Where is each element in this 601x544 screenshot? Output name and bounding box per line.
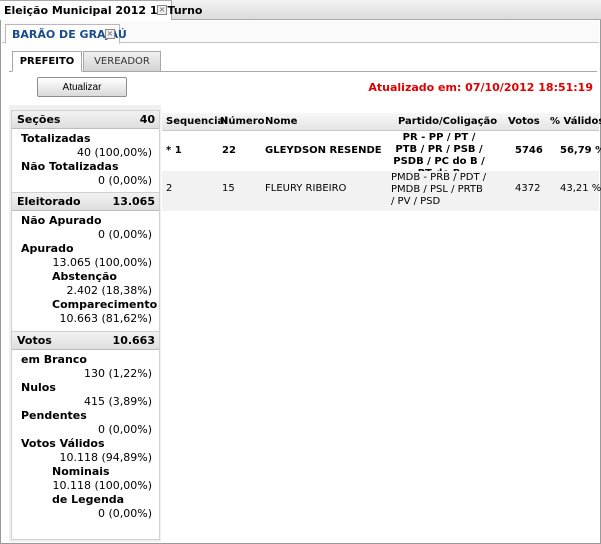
stat-value: 130 (1,22%) <box>83 367 152 380</box>
cell-nome: GLEYDSON RESENDE <box>265 145 382 156</box>
cell-nome: FLEURY RIBEIRO <box>265 183 347 194</box>
stat-value: 415 (3,89%) <box>83 395 152 408</box>
stat-value: 0 (0,00%) <box>97 228 152 241</box>
panel-header: Eleitorado 13.065 <box>12 193 159 211</box>
panel-total: 10.663 <box>112 334 155 347</box>
col-partido[interactable]: Partido/Coligação <box>398 113 497 131</box>
stat-value: 10.118 (94,89%) <box>59 451 152 464</box>
stat-label: de Legenda <box>52 493 125 506</box>
stat-label: em Branco <box>21 353 87 366</box>
panel-header: Seções 40 <box>12 111 159 129</box>
panel-title: Votos <box>17 334 52 347</box>
close-icon[interactable]: × <box>105 29 115 39</box>
stat-value: 2.402 (18,38%) <box>66 284 152 297</box>
col-sequencial[interactable]: Sequencial <box>166 113 228 131</box>
stat-label: Comparecimento <box>52 298 158 311</box>
last-updated-text: Atualizado em: 07/10/2012 18:51:19 <box>368 81 593 94</box>
stat-label: Não Totalizadas <box>21 160 119 173</box>
stat-label: Apurado <box>21 242 74 255</box>
cell-validos: 43,21 % <box>560 183 601 194</box>
stat-label: Abstenção <box>52 270 117 283</box>
panel-secoes: Seções 40 Totalizadas 40 (100,00%) Não T… <box>11 110 160 196</box>
cell-numero: 22 <box>222 145 236 156</box>
table-row[interactable]: * 1 22 GLEYDSON RESENDE PR - PP / PT / P… <box>162 131 601 179</box>
table-row[interactable]: 2 15 FLEURY RIBEIRO PMDB - PRB / PDT / P… <box>162 171 601 211</box>
stat-label: Nulos <box>21 381 56 394</box>
cell-seq: 2 <box>166 183 173 194</box>
table-header: Sequencial Número Nome Partido/Coligação… <box>162 113 601 131</box>
stat-label: Pendentes <box>21 409 87 422</box>
cell-numero: 15 <box>222 183 235 194</box>
cell-seq: * 1 <box>166 145 182 156</box>
col-nome[interactable]: Nome <box>265 113 297 131</box>
cell-validos: 56,79 % <box>560 145 601 156</box>
panel-header: Votos 10.663 <box>12 332 159 350</box>
stat-value: 13.065 (100,00%) <box>52 256 152 269</box>
stat-value: 0 (0,00%) <box>97 507 152 520</box>
stat-label: Não Apurado <box>21 214 102 227</box>
stat-value: 10.663 (81,62%) <box>59 312 152 325</box>
tab-label: Eleição Municipal 2012 1º Turno <box>4 4 203 17</box>
window-tabbar: Eleição Municipal 2012 1º Turno × <box>0 0 601 20</box>
city-tabbar: BARÃO DE GRAJAÚ × <box>2 21 599 44</box>
results-table: Sequencial Número Nome Partido/Coligação… <box>162 105 601 542</box>
close-icon[interactable]: × <box>157 5 167 15</box>
panel-total: 13.065 <box>112 195 155 208</box>
panel-eleitorado: Eleitorado 13.065 Não Apurado 0 (0,00%) … <box>11 192 160 334</box>
stat-value: 10.118 (100,00%) <box>52 479 152 492</box>
tab-prefeito[interactable]: PREFEITO <box>12 51 82 72</box>
col-numero[interactable]: Número <box>220 113 265 131</box>
summary-sidebar: Seções 40 Totalizadas 40 (100,00%) Não T… <box>9 105 161 542</box>
refresh-button[interactable]: Atualizar <box>37 77 127 97</box>
tab-city[interactable]: BARÃO DE GRAJAÚ × <box>5 24 127 44</box>
tab-vereador[interactable]: VEREADOR <box>83 51 161 72</box>
stat-value: 0 (0,00%) <box>97 174 152 187</box>
stat-value: 40 (100,00%) <box>76 146 152 159</box>
stat-label: Nominais <box>52 465 110 478</box>
col-votos[interactable]: Votos <box>508 113 540 131</box>
col-validos[interactable]: % Válidos <box>550 113 601 131</box>
panel-votos: Votos 10.663 em Branco 130 (1,22%) Nulos… <box>11 331 160 540</box>
office-tabbar: PREFEITO VEREADOR <box>9 51 597 72</box>
stat-label: Votos Válidos <box>21 437 105 450</box>
stat-label: Totalizadas <box>21 132 91 145</box>
cell-votos: 4372 <box>515 183 541 194</box>
cell-partido: PMDB - PRB / PDT / PMDB / PSL / PRTB / P… <box>391 172 487 207</box>
panel-total: 40 <box>139 113 155 126</box>
panel-title: Seções <box>17 113 61 126</box>
panel-title: Eleitorado <box>17 195 81 208</box>
tab-eleicao-municipal[interactable]: Eleição Municipal 2012 1º Turno × <box>0 0 202 20</box>
stat-value: 0 (0,00%) <box>97 423 152 436</box>
cell-votos: 5746 <box>515 145 543 156</box>
